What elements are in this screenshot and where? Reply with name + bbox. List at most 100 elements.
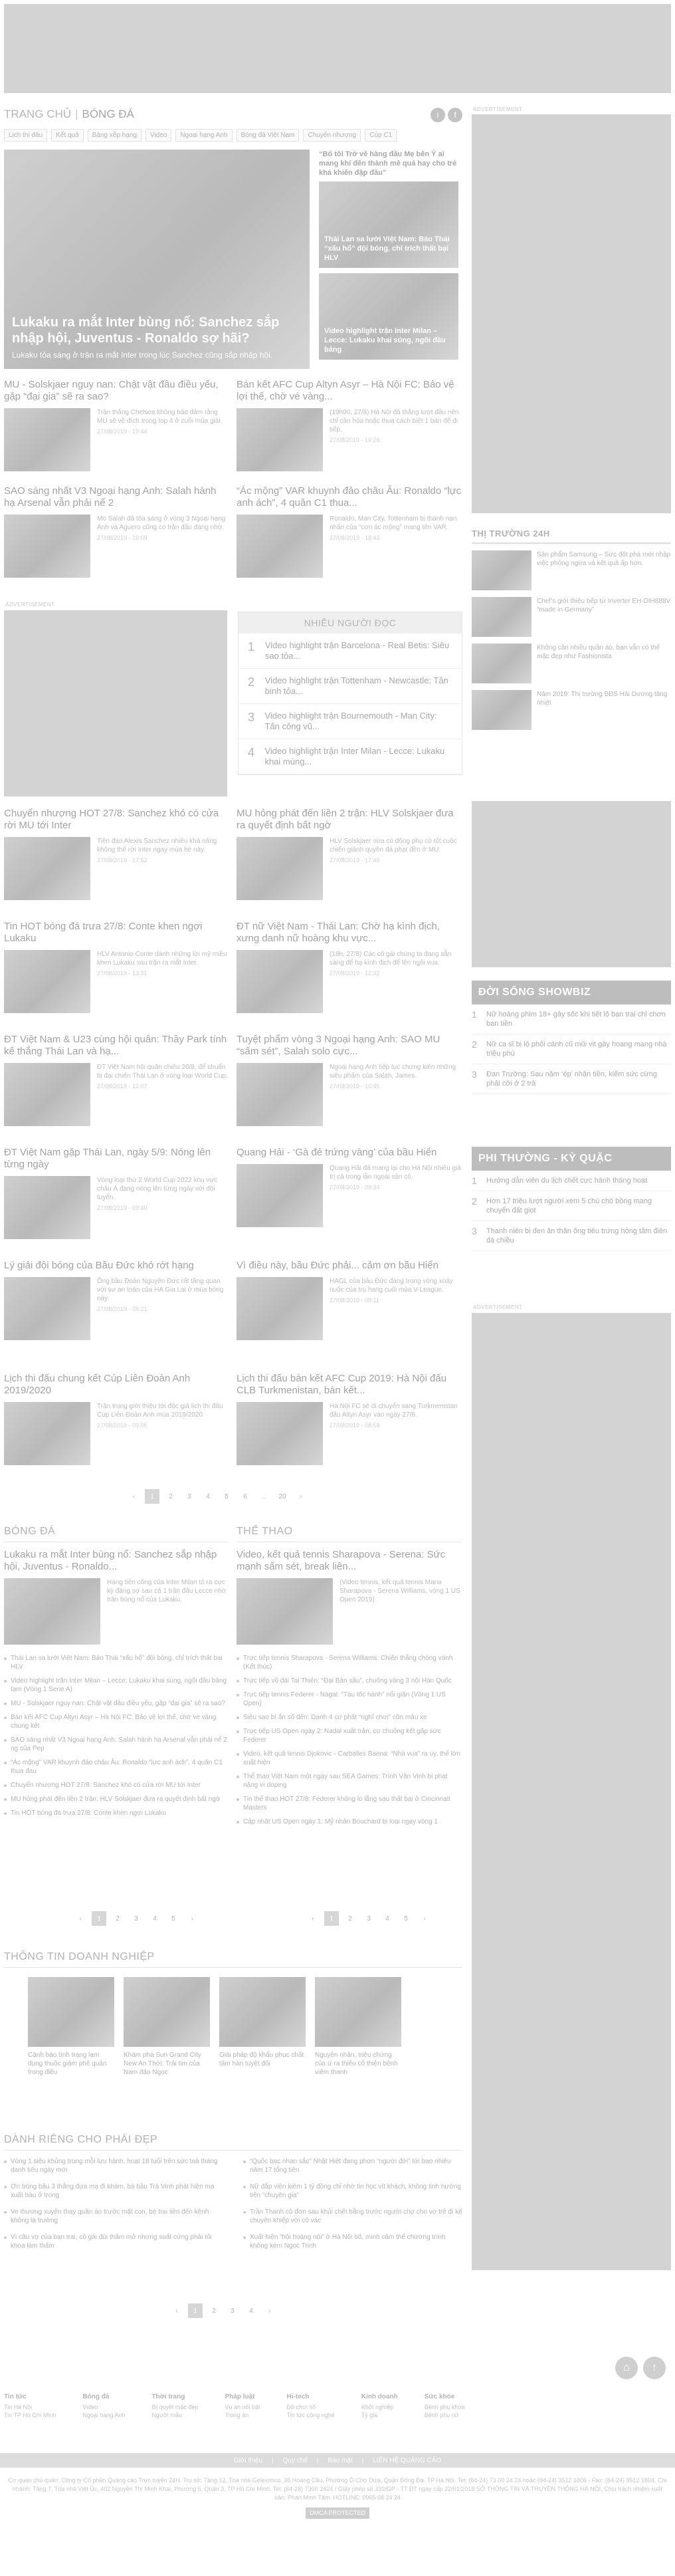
footer-col-heading[interactable]: Sức khỏe — [425, 2393, 465, 2400]
most-read-item[interactable]: 2 Video highlight trận Tottenham - Newcas… — [239, 669, 462, 704]
footer-ads-link[interactable]: LIÊN HỆ QUẢNG CÁO — [373, 2457, 441, 2464]
pager-page[interactable]: 3 — [361, 1911, 376, 1926]
footer-col-heading[interactable]: Pháp luật — [225, 2393, 260, 2400]
market-thumbnail[interactable] — [472, 550, 531, 590]
footer-col-heading[interactable]: Hi-tech — [287, 2393, 335, 2400]
showbiz-heading[interactable]: ĐỜI SỐNG SHOWBIZ — [472, 981, 671, 1004]
pager-next[interactable]: › — [294, 1489, 308, 1504]
article-title[interactable]: Tuyệt phẩm vòng 3 Ngoại hạng Anh: SAO MU… — [237, 1034, 462, 1058]
footer-link[interactable]: Bệnh phụ nữ — [425, 2411, 465, 2419]
corporate-title[interactable]: Cảnh báo tình trạng lạm dụng thuốc giảm … — [28, 2051, 114, 2077]
market-item[interactable]: Năm 2019: Thị trường BĐS Hải Dương tăng … — [472, 690, 671, 730]
article-title[interactable]: Chuyển nhượng HOT 27/8: Sanchez khó có c… — [4, 808, 230, 832]
pager-page[interactable]: 20 — [275, 1489, 290, 1504]
pager-page[interactable]: 5 — [399, 1911, 413, 1926]
article-item[interactable]: “Ác mộng” VAR khuynh đảo châu Âu: Ronald… — [237, 485, 462, 578]
women-item[interactable]: Ve thương xuyên thay quần áo trước mặt c… — [4, 2208, 223, 2225]
article-thumbnail[interactable] — [4, 837, 90, 900]
market-title[interactable]: Chef’s giới thiệu bếp từ Inverter EH-DIH… — [537, 597, 671, 637]
side-top-note[interactable]: “Bố tôi Trở về hàng đầu Mẹ bên Ý ai mang… — [319, 150, 458, 177]
side-story-title[interactable]: Video highlight trận Inter Milan – Lecce… — [324, 326, 453, 354]
women-item[interactable]: Ơn bóng bầu 3 thắng đựa mạ đi khám, bà b… — [4, 2182, 223, 2200]
corporate-thumbnail[interactable] — [219, 1977, 306, 2047]
dmca-badge[interactable]: DMCA PROTECTED — [305, 2508, 369, 2519]
side-story-card[interactable]: Thái Lan sa lưới Việt Nam: Báo Thái “xấu… — [319, 181, 458, 268]
oddities-heading[interactable]: PHI THƯỜNG - KỲ QUẶC — [472, 1147, 671, 1171]
oddities-item[interactable]: 1 Hướng dẫn viên du lịch chết cực hành th… — [472, 1171, 671, 1191]
corporate-title[interactable]: Giải pháp độ khẩu phục chất tấm hàn tuyệ… — [219, 2051, 306, 2068]
market-item[interactable]: Chef’s giới thiệu bếp từ Inverter EH-DIH… — [472, 597, 671, 637]
article-title[interactable]: Quang Hải - ‘Gà đẻ trứng vàng’ của bầu H… — [237, 1147, 462, 1159]
corporate-item[interactable]: Nguyên nhân, triệu chứng của ứ ra thiếu … — [315, 1977, 401, 2077]
pager-page[interactable]: 1 — [324, 1911, 339, 1926]
category-list-item[interactable]: Cập nhật US Open ngày 1: Mỹ nhân Bouchar… — [237, 1817, 461, 1826]
footer-link[interactable]: Khởi nghiệp — [361, 2403, 398, 2411]
most-read-title[interactable]: Video highlight trận Barcelona - Real Be… — [265, 640, 452, 661]
article-item[interactable]: Lịch thi đấu bán kết AFC Cup 2019: Hà Nộ… — [237, 1373, 462, 1465]
facebook-icon[interactable]: f — [448, 108, 462, 122]
pager-page[interactable]: 2 — [110, 1911, 125, 1926]
women-item[interactable]: Xuất hiện “hội hoàng nội” ở Hà Nội bố, m… — [243, 2233, 462, 2250]
article-title[interactable]: Bán kết AFC Cup Altyn Asyr – Hà Nội FC: … — [237, 379, 462, 403]
category-heading[interactable]: THỂ THAO — [237, 1526, 461, 1542]
footer-about-link[interactable]: Giới thiệu — [234, 2457, 262, 2464]
women-item[interactable]: Vì cầu vợ của bạn trai, cô gái đùi thấm … — [4, 2233, 223, 2250]
article-item[interactable]: ĐT nữ Việt Nam - Thái Lan: Chờ hạ kình đ… — [237, 921, 462, 1013]
article-item[interactable]: MU - Solskjaer nguy nan: Chật vật đầu đi… — [4, 379, 230, 471]
category-list-item[interactable]: Trực tiếp tennis Sharapova - Serena Will… — [237, 1654, 461, 1671]
corporate-item[interactable]: Khám phá Sun Grand City New An Thới: Trả… — [124, 1977, 210, 2077]
article-thumbnail[interactable] — [4, 1277, 90, 1340]
article-title[interactable]: ĐT Việt Nam & U23 cùng hội quân: Thầy Pa… — [4, 1034, 230, 1058]
category-list-item[interactable]: Thể thao Việt Nam một ngày sau SEA Games… — [237, 1772, 461, 1790]
footer-link[interactable]: Người mẫu — [151, 2411, 198, 2419]
corporate-title[interactable]: Nguyên nhân, triệu chứng của ứ ra thiếu … — [315, 2051, 401, 2077]
article-thumbnail[interactable] — [237, 837, 323, 900]
pager-page[interactable]: 4 — [244, 2303, 258, 2318]
footer-col-heading[interactable]: Thời trang — [151, 2393, 198, 2400]
article-title[interactable]: SAO sáng nhất V3 Ngoại hạng Anh: Salah h… — [4, 485, 230, 509]
pager-page[interactable]: 3 — [225, 2303, 240, 2318]
category-list-item[interactable]: Trực tiếp võ đài Tai Thiên: “Đại Bàn sấu… — [237, 1677, 461, 1685]
subnav-item[interactable]: Video — [145, 129, 172, 142]
inline-ad[interactable] — [4, 610, 227, 796]
article-title[interactable]: Lý giải đội bóng của Bầu Đức khó rớt hạn… — [4, 1260, 230, 1272]
footer-link[interactable]: Vụ án nổi bật — [225, 2403, 260, 2411]
article-title[interactable]: MU - Solskjaer nguy nan: Chật vật đầu đi… — [4, 379, 230, 403]
pager-prev[interactable]: ‹ — [306, 1911, 320, 1926]
category-lead-title[interactable]: Video, kết quả tennis Sharapova - Serena… — [237, 1549, 461, 1573]
article-thumbnail[interactable] — [237, 1402, 323, 1465]
most-read-title[interactable]: Video highlight trận Tottenham - Newcast… — [265, 675, 452, 697]
footer-link[interactable]: Ngoại hạng Anh — [82, 2411, 125, 2419]
article-thumbnail[interactable] — [4, 515, 90, 578]
pager-page[interactable]: 2 — [343, 1911, 357, 1926]
market-title[interactable]: Không cần nhiều quần áo, bạn vẫn có thể … — [537, 644, 671, 683]
article-item[interactable]: Quang Hải - ‘Gà đẻ trứng vàng’ của bầu H… — [237, 1147, 462, 1227]
category-list-item[interactable]: Trực tiếp tennis Federer - Nagal: “Tàu t… — [237, 1691, 461, 1708]
hero-article[interactable]: Lukaku ra mắt Inter bùng nổ: Sanchez sắp… — [4, 150, 310, 369]
right-ad-1[interactable] — [472, 114, 671, 513]
oddities-item[interactable]: 3 Thanh niên bị đen ăn thân ống tiếu trứn… — [472, 1221, 671, 1251]
article-item[interactable]: Lịch thi đấu chung kết Cúp Liên Đoàn Anh… — [4, 1373, 230, 1465]
breadcrumb-section[interactable]: BÓNG ĐÁ — [82, 108, 134, 121]
market-item[interactable]: Sản phẩm Samsung – Sức đột phá mới nhập … — [472, 550, 671, 590]
women-item[interactable]: “Quốc bạc nhan sắc” Nhật Hiệt đang phơn … — [243, 2157, 462, 2174]
most-read-item[interactable]: 1 Video highlight trận Barcelona - Real B… — [239, 634, 462, 669]
pager-page[interactable]: 2 — [163, 1489, 178, 1504]
footer-col-heading[interactable]: Kinh doanh — [361, 2393, 398, 2400]
subnav-item[interactable]: Chuyển nhượng — [303, 129, 361, 142]
article-item[interactable]: Bán kết AFC Cup Altyn Asyr – Hà Nội FC: … — [237, 379, 462, 471]
subnav-item[interactable]: Ngoại hạng Anh — [175, 129, 233, 142]
footer-link[interactable]: Tin TP Hồ Chí Minh — [4, 2411, 56, 2419]
footer-link[interactable]: Đồ chơi số — [287, 2403, 335, 2411]
footer-rules-link[interactable]: Quy chế — [283, 2457, 308, 2464]
article-title[interactable]: “Ác mộng” VAR khuynh đảo châu Âu: Ronald… — [237, 485, 462, 509]
oddities-item[interactable]: 2 Hơn 17 triệu lượt người xem 5 chú chó b… — [472, 1191, 671, 1221]
subnav-item[interactable]: Bảng xếp hạng — [87, 129, 142, 142]
article-thumbnail[interactable] — [4, 1176, 90, 1239]
article-thumbnail[interactable] — [237, 1277, 323, 1340]
article-thumbnail[interactable] — [4, 1402, 90, 1465]
pager-page[interactable]: 3 — [182, 1489, 197, 1504]
pager-page[interactable]: 1 — [145, 1489, 159, 1504]
market-thumbnail[interactable] — [472, 597, 531, 637]
pager-page[interactable]: 4 — [380, 1911, 395, 1926]
